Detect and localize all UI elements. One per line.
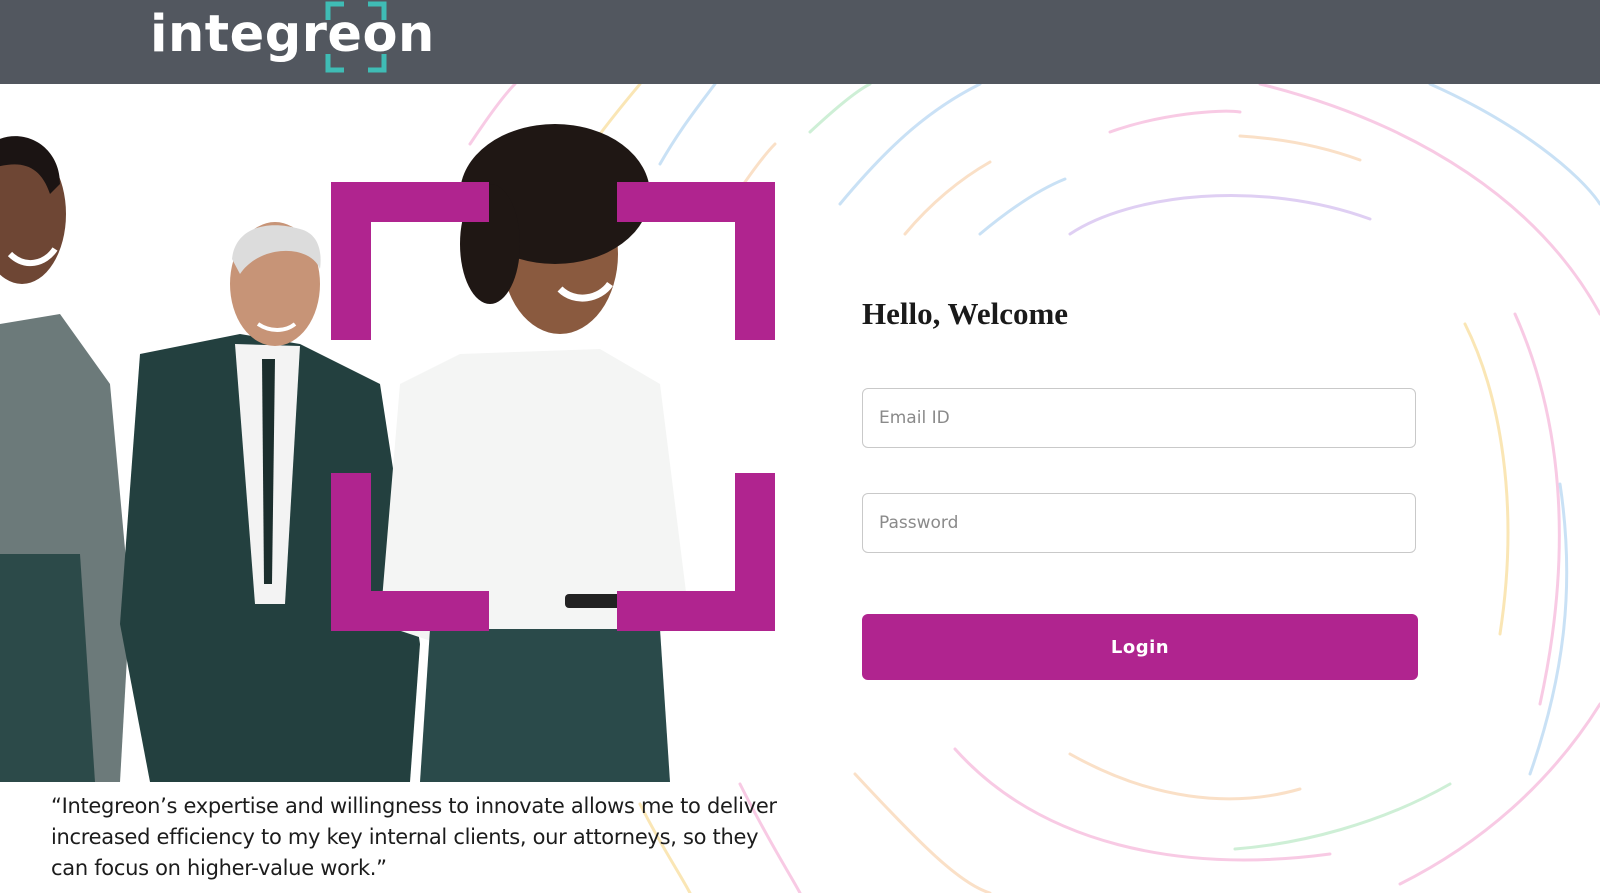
person-main-figure xyxy=(380,124,690,782)
hero-image xyxy=(0,84,800,782)
welcome-heading: Hello, Welcome xyxy=(862,296,1069,331)
logo-bracket-icon xyxy=(325,1,387,73)
professionals-photo xyxy=(0,124,775,782)
header-bar: integreon xyxy=(0,0,1600,84)
email-input[interactable] xyxy=(863,389,1415,447)
person-middle-figure xyxy=(120,222,420,782)
login-form: Hello, Welcome Login xyxy=(862,294,1418,680)
logo-wordmark: integreon xyxy=(150,5,435,64)
testimonial-quote: “Integreon’s expertise and willingness t… xyxy=(51,794,777,880)
password-field[interactable] xyxy=(862,493,1416,553)
person-left-figure xyxy=(0,136,130,782)
login-button[interactable]: Login xyxy=(862,614,1418,680)
email-field[interactable] xyxy=(862,388,1416,448)
password-input[interactable] xyxy=(863,494,1415,552)
